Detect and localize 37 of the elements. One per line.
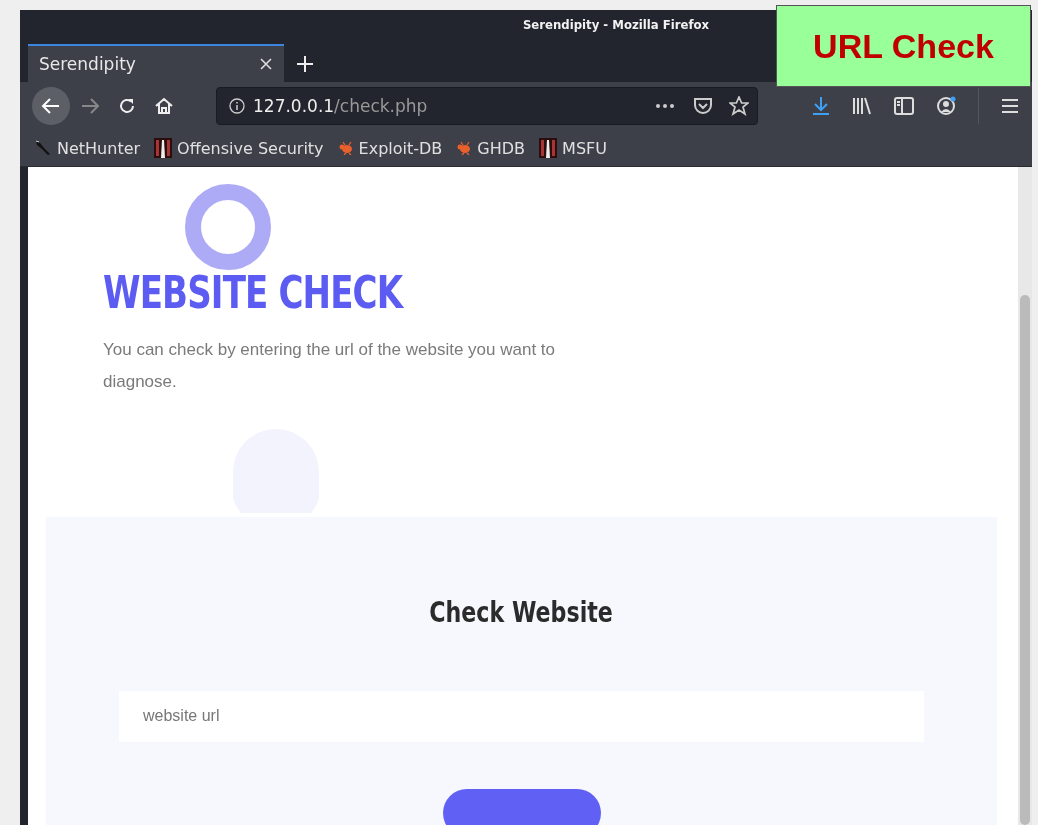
address-bar[interactable]: 127.0.0.1/check.php (216, 87, 758, 125)
close-icon[interactable] (260, 58, 272, 70)
annotation-label: URL Check (776, 5, 1031, 87)
star-icon[interactable] (729, 96, 749, 116)
back-icon (41, 97, 61, 115)
tower-icon (539, 138, 558, 158)
url-input-field[interactable]: website url (119, 691, 924, 742)
account-icon[interactable] (936, 96, 956, 116)
window-title: Serendipity - Mozilla Firefox (522, 16, 710, 32)
bookmark-item[interactable]: Offensive Security (154, 138, 324, 158)
page-heading: WEBSITE CHECK (103, 267, 405, 318)
new-tab-icon[interactable] (296, 55, 314, 73)
bookmark-item[interactable]: Exploit-DB (337, 138, 443, 158)
scrollbar-thumb[interactable] (1020, 295, 1030, 825)
scrollbar[interactable] (1018, 167, 1032, 825)
bookmark-item[interactable]: NetHunter (34, 138, 141, 158)
info-icon[interactable] (229, 98, 245, 114)
sidebar-icon[interactable] (894, 97, 914, 115)
reload-icon[interactable] (118, 97, 136, 115)
bookmark-item[interactable]: MSFU (539, 138, 607, 158)
dragon-icon (34, 139, 52, 157)
browser-tab[interactable]: Serendipity (28, 44, 284, 82)
home-icon[interactable] (154, 96, 174, 116)
form-title: Check Website (429, 595, 614, 629)
submit-button[interactable] (442, 788, 601, 825)
forward-icon[interactable] (80, 97, 100, 115)
library-icon[interactable] (852, 97, 872, 115)
back-button[interactable] (32, 87, 70, 125)
bookmark-item[interactable]: GHDB (456, 138, 526, 158)
bug-icon (337, 141, 354, 155)
description-text: You can check by entering the url of the website you want to diagnose. (103, 339, 557, 393)
more-icon[interactable] (655, 103, 675, 109)
download-icon[interactable] (812, 96, 830, 116)
menu-icon[interactable] (1001, 98, 1019, 114)
tower-icon (154, 138, 173, 158)
bug-icon (456, 141, 473, 155)
pocket-icon[interactable] (693, 96, 713, 116)
